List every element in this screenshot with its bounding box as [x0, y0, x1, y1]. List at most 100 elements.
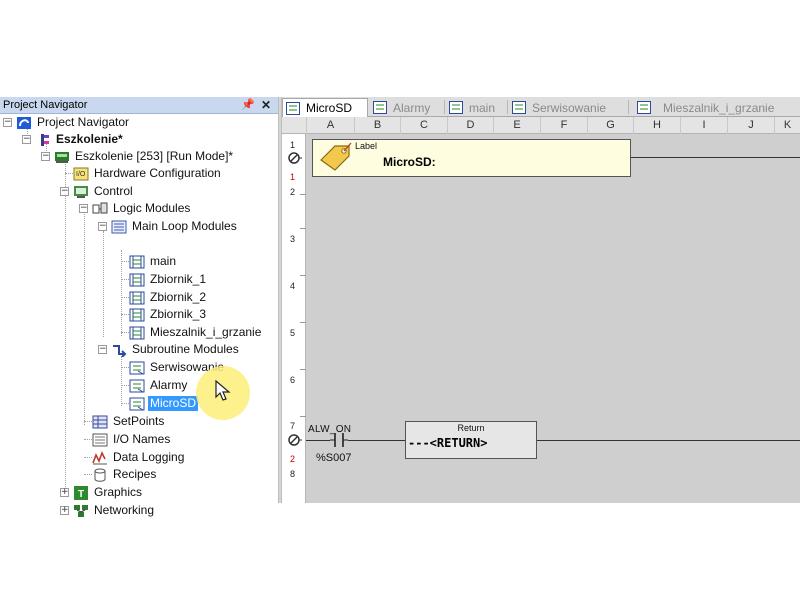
- tab-separator: [507, 100, 508, 114]
- ladder-module-icon: [129, 308, 145, 321]
- tree-guide: [121, 314, 129, 315]
- tree-guide: [65, 173, 73, 174]
- tab-main[interactable]: main: [446, 98, 508, 117]
- tree-item-main-loop-modules[interactable]: Main Loop Modules: [111, 218, 239, 235]
- project-navigator-panel: Project Navigator 📌 ✕ − Project Navigato…: [0, 97, 278, 517]
- subroutine-module-icon: [129, 361, 145, 374]
- data-logging-icon: [92, 450, 107, 464]
- tree-guide: [121, 250, 122, 336]
- editor-tab-bar: MicroSD Alarmy main Serwisowanie Mieszal…: [282, 97, 800, 117]
- column-header-cell: C: [400, 117, 447, 134]
- tree-item-project[interactable]: Eszkolenie*: [35, 131, 125, 148]
- rung-wire: [348, 440, 405, 441]
- tree-item-alarmy[interactable]: Alarmy: [129, 377, 189, 394]
- svg-text:T: T: [78, 489, 84, 500]
- tree-item-microsd[interactable]: MicroSD: [129, 395, 199, 412]
- column-header-cell: F: [540, 117, 587, 134]
- tab-alarmy[interactable]: Alarmy: [370, 98, 446, 117]
- navigator-header: Project Navigator 📌 ✕: [0, 97, 278, 114]
- return-text: ---<RETURN>: [408, 436, 488, 450]
- ladder-module-icon: [129, 273, 145, 286]
- column-header-cell: B: [354, 117, 400, 134]
- collapse-toggle[interactable]: −: [22, 135, 31, 144]
- tree-item-zbiornik-3[interactable]: Zbiornik_3: [129, 306, 208, 323]
- ladder-module-icon: [129, 291, 145, 304]
- subroutine-module-icon: [373, 101, 387, 114]
- navigator-icon: [17, 116, 31, 129]
- tree-item-data-logging[interactable]: Data Logging: [92, 449, 186, 466]
- subroutine-module-icon: [129, 397, 145, 410]
- label-block[interactable]: Label MicroSD:: [312, 139, 631, 177]
- tree-item-hardware-configuration[interactable]: I/O Hardware Configuration: [73, 165, 223, 182]
- controller-icon: [55, 151, 69, 163]
- column-header-cell: H: [633, 117, 680, 134]
- collapse-toggle[interactable]: −: [41, 152, 50, 161]
- tab-serwisowanie[interactable]: Serwisowanie: [509, 98, 629, 117]
- tree-item-networking[interactable]: Networking: [73, 502, 156, 519]
- normally-open-contact-icon[interactable]: [330, 432, 348, 448]
- tree-guide: [121, 279, 129, 280]
- column-header-cell: D: [447, 117, 493, 134]
- close-icon[interactable]: ✕: [259, 98, 273, 112]
- rung-wire: [537, 440, 800, 441]
- svg-text:I/O: I/O: [76, 171, 86, 178]
- collapse-toggle[interactable]: −: [98, 222, 107, 231]
- tree-guide: [121, 367, 129, 368]
- collapse-toggle[interactable]: −: [3, 118, 12, 127]
- column-header-corner: [282, 117, 306, 134]
- tab-separator: [444, 100, 445, 114]
- recipes-icon: [94, 468, 106, 482]
- tree-item-controller[interactable]: Eszkolenie [253] [Run Mode]*: [54, 148, 235, 165]
- tab-separator: [628, 100, 629, 114]
- tree-item-logic-modules[interactable]: Logic Modules: [92, 200, 192, 217]
- label-caption: Label: [355, 141, 378, 151]
- return-caption: Return: [457, 423, 485, 433]
- row-number: 2: [290, 187, 296, 197]
- row-number: 1: [290, 140, 296, 150]
- io-config-icon: I/O: [73, 167, 89, 180]
- tree-item-graphics[interactable]: T Graphics: [73, 484, 144, 501]
- logic-modules-icon: [92, 202, 108, 213]
- tab-microsd[interactable]: MicroSD: [282, 98, 368, 117]
- ladder-editor: MicroSD Alarmy main Serwisowanie Mieszal…: [282, 97, 800, 503]
- tree-item-mieszalnik-i-grzanie[interactable]: Mieszalnik_i_grzanie: [129, 324, 263, 341]
- rung-wire: [631, 157, 800, 158]
- collapse-toggle[interactable]: −: [60, 187, 69, 196]
- tree-item-setpoints[interactable]: SetPoints: [92, 413, 166, 430]
- ladder-grid[interactable]: Label MicroSD: ALW_ON %S007 Return ---<R…: [306, 134, 800, 503]
- row-number: 7: [290, 421, 296, 431]
- tree-item-subroutine-modules[interactable]: Subroutine Modules: [111, 341, 241, 358]
- pin-icon[interactable]: 📌: [241, 98, 255, 112]
- tree-guide: [121, 403, 129, 404]
- expand-toggle[interactable]: +: [60, 488, 69, 497]
- row-number: 8: [290, 469, 296, 479]
- collapse-toggle[interactable]: −: [98, 345, 107, 354]
- column-header: A B C D E F G H I J K: [282, 117, 800, 134]
- tree-item-main[interactable]: main: [129, 253, 178, 270]
- expand-toggle[interactable]: +: [60, 506, 69, 515]
- tree-item-recipes[interactable]: Recipes: [92, 466, 158, 483]
- label-tag-icon: [320, 142, 352, 171]
- tree-guide: [121, 297, 129, 298]
- tree-guide: [121, 356, 122, 406]
- tree-guide: [103, 231, 104, 337]
- row-header: 1 1 2 3 4 5 6 7 2 8: [282, 134, 306, 503]
- main-loop-icon: [111, 220, 127, 233]
- return-block[interactable]: Return ---<RETURN>: [405, 421, 537, 459]
- collapse-toggle[interactable]: −: [79, 204, 88, 213]
- tree-guide: [121, 385, 129, 386]
- io-names-icon: [92, 433, 108, 446]
- tree-item-control[interactable]: Control: [73, 183, 135, 200]
- ladder-module-icon: [449, 101, 463, 114]
- column-header-cell: G: [587, 117, 633, 134]
- tree-guide: [84, 214, 85, 425]
- row-number: 3: [290, 234, 296, 244]
- tree-item-io-names[interactable]: I/O Names: [92, 431, 172, 448]
- tree-item-root[interactable]: Project Navigator: [16, 114, 131, 131]
- tab-mieszalnik-i-grzanie[interactable]: Mieszalnik_i_grzanie: [634, 98, 800, 117]
- rung-power-icon: [288, 152, 302, 164]
- tree-item-zbiornik-2[interactable]: Zbiornik_2: [129, 289, 208, 306]
- column-header-cell: K: [774, 117, 800, 134]
- row-number: 6: [290, 375, 296, 385]
- tree-item-zbiornik-1[interactable]: Zbiornik_1: [129, 271, 208, 288]
